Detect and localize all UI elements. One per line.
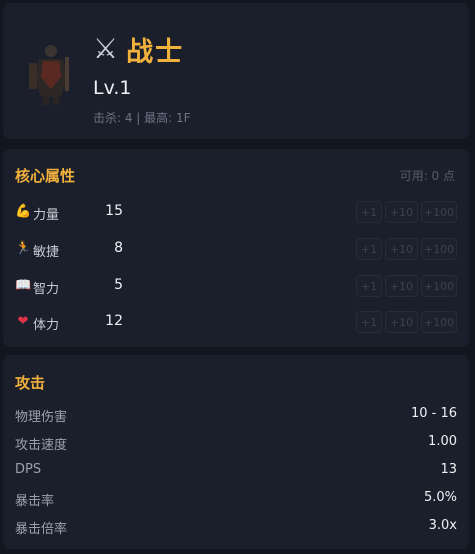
add-10-button[interactable]: +10 (385, 275, 418, 297)
allocate-buttons: +1 +10 +100 (356, 238, 457, 260)
add-100-button[interactable]: +100 (421, 275, 457, 297)
add-100-button[interactable]: +100 (421, 201, 457, 223)
attribute-row-stamina: ❤ 体力 12 +1 +10 +100 (3, 309, 469, 335)
stat-value: 10 - 16 (410, 406, 457, 421)
stat-label: 暴击倍率 (15, 522, 68, 537)
stat-value: 3.0x (428, 518, 457, 533)
stat-value: 1.00 (428, 434, 457, 449)
stat-row-dps: DPS 13 (15, 462, 457, 482)
attribute-value: 15 (105, 203, 123, 219)
add-10-button[interactable]: +10 (385, 238, 418, 260)
stat-value: 5.0% (423, 490, 457, 505)
crossed-swords-icon: ⚔ (93, 32, 119, 65)
running-person-icon: 🏃 (15, 241, 32, 256)
attribute-value: 12 (105, 313, 123, 329)
stat-row-crit-multiplier: 暴击倍率 3.0x (15, 518, 457, 538)
attribute-label: 体力 (33, 318, 60, 333)
hero-title: ⚔ 战士 (93, 31, 185, 68)
add-100-button[interactable]: +100 (421, 238, 457, 260)
attribute-value: 5 (114, 277, 123, 293)
stat-row-attack-speed: 攻击速度 1.00 (15, 434, 457, 454)
core-attributes-panel: 核心属性 可用: 0 点 💪 力量 15 +1 +10 +100 🏃 敏捷 8 … (3, 149, 469, 347)
add-10-button[interactable]: +10 (385, 311, 418, 333)
add-10-button[interactable]: +10 (385, 201, 418, 223)
stat-label: 暴击率 (15, 494, 55, 509)
hero-kills-floor: 击杀: 4 | 最高: 1F (93, 111, 191, 125)
stat-label: 攻击速度 (15, 438, 68, 453)
stat-value: 13 (440, 462, 457, 477)
add-1-button[interactable]: +1 (356, 238, 382, 260)
stat-row-crit-rate: 暴击率 5.0% (15, 490, 457, 510)
allocate-buttons: +1 +10 +100 (356, 275, 457, 297)
add-100-button[interactable]: +100 (421, 311, 457, 333)
stat-row-physical-damage: 物理伤害 10 - 16 (15, 406, 457, 426)
flexed-biceps-icon: 💪 (15, 204, 32, 219)
attribute-label: 智力 (33, 282, 60, 297)
allocate-buttons: +1 +10 +100 (356, 201, 457, 223)
hero-panel: ⚔ 战士 Lv.1 击杀: 4 | 最高: 1F (3, 3, 469, 139)
stat-label: DPS (15, 462, 42, 477)
attribute-row-intelligence: 📖 智力 5 +1 +10 +100 (3, 273, 469, 299)
attack-stats-panel: 攻击 物理伤害 10 - 16 攻击速度 1.00 DPS 13 暴击率 5.0… (3, 355, 469, 549)
allocate-buttons: +1 +10 +100 (356, 311, 457, 333)
book-icon: 📖 (15, 278, 32, 293)
attribute-row-agility: 🏃 敏捷 8 +1 +10 +100 (3, 236, 469, 262)
add-1-button[interactable]: +1 (356, 275, 382, 297)
attribute-label: 敏捷 (33, 245, 60, 260)
hero-level: Lv.1 (93, 77, 132, 99)
heart-icon: ❤ (17, 314, 29, 329)
add-1-button[interactable]: +1 (356, 311, 382, 333)
available-points: 可用: 0 点 (399, 169, 455, 183)
hero-portrait (21, 39, 81, 105)
attribute-label: 力量 (33, 208, 60, 223)
stat-label: 物理伤害 (15, 410, 68, 425)
attribute-row-strength: 💪 力量 15 +1 +10 +100 (3, 199, 469, 225)
section-title: 攻击 (15, 374, 46, 392)
hero-class-name: 战士 (126, 36, 185, 68)
attribute-value: 8 (114, 240, 123, 256)
section-title: 核心属性 (15, 167, 76, 185)
add-1-button[interactable]: +1 (356, 201, 382, 223)
